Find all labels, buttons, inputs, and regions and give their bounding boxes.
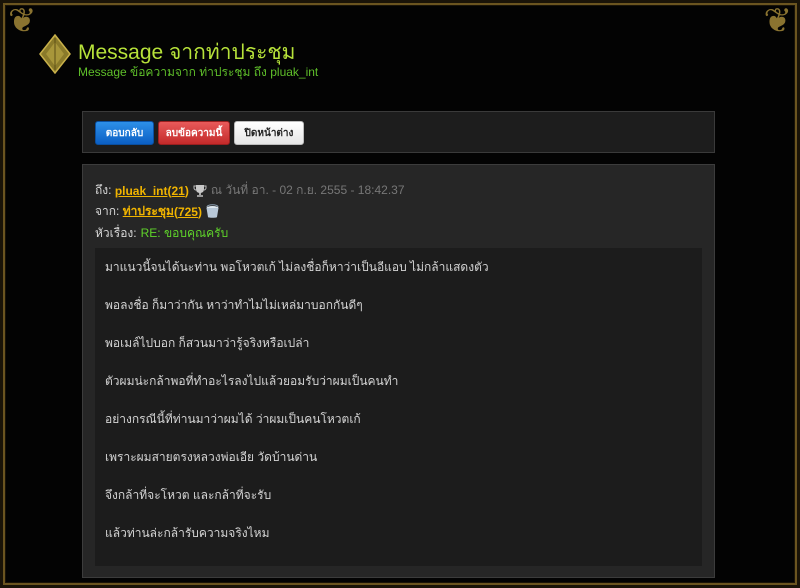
page-subtitle: Message ข้อความจาก ท่าประชุม ถึง pluak_i… — [78, 65, 319, 79]
trophy-icon — [193, 184, 207, 197]
sender-post-count[interactable]: 725 — [178, 205, 198, 219]
reply-button[interactable]: ตอบกลับ — [95, 121, 154, 145]
corner-ornament-icon: ❦ — [8, 1, 37, 41]
subject-value: RE: ขอบคุณครับ — [140, 226, 229, 240]
subject-label: หัวเรื่อง: — [95, 226, 137, 240]
corner-ornament-icon: ❦ — [763, 1, 793, 41]
sender-link[interactable]: ท่าประชุม — [123, 202, 174, 221]
to-label: ถึง: — [95, 183, 112, 197]
message-line: จึงกล้าที่จะโหวต และกล้าที่จะรับ — [105, 488, 272, 502]
message-line: พอเมล์ไปบอก ก็สวนมาว่ารู้จริงหรือเปล่า — [105, 336, 310, 350]
golden-leaf-emblem-icon — [39, 34, 71, 74]
message-line: พอลงชื่อ ก็มาว่ากัน หาว่าทำไมไม่เหล่มาบอ… — [105, 298, 363, 312]
sender-row: จาก: ท่าประชุม(725) — [95, 202, 220, 221]
bucket-icon — [206, 204, 219, 218]
message-line: เพราะผมสายตรงหลวงพ่อเอีย วัดบ้านด่าน — [105, 450, 318, 464]
close-window-button[interactable]: ปิดหน้าต่าง — [234, 121, 304, 145]
message-line: มาแนวนี้จนได้นะท่าน พอโหวตเก้ ไม่ลงชื่อก… — [105, 260, 489, 274]
recipient-row: ถึง: pluak_int(21) ณ วันที่ อา. - 02 ก.ย… — [95, 181, 405, 200]
message-date: ณ วันที่ อา. - 02 ก.ย. 2555 - 18:42.37 — [210, 183, 405, 197]
subject-row: หัวเรื่อง: RE: ขอบคุณครับ — [95, 224, 228, 243]
message-line: แล้วท่านล่ะกล้ารับความจริงไหม — [105, 526, 270, 540]
sender-count-close: ) — [197, 204, 202, 219]
from-label: จาก: — [95, 204, 120, 218]
message-line: ตัวผมน่ะกล้าพอที่ทำอะไรลงไปแล้วยอมรับว่า… — [105, 374, 399, 388]
recipient-count-close: ) — [184, 183, 189, 198]
message-line: อย่างกรณีนี้ที่ท่านมาว่าผมได้ ว่าผมเป็นค… — [105, 412, 361, 426]
recipient-link[interactable]: pluak_int — [115, 184, 168, 198]
message-toolbar: ตอบกลับ ลบข้อความนี้ ปิดหน้าต่าง — [82, 111, 715, 153]
delete-message-button[interactable]: ลบข้อความนี้ — [158, 121, 230, 145]
recipient-post-count[interactable]: 21 — [172, 184, 185, 198]
message-body: มาแนวนี้จนได้นะท่าน พอโหวตเก้ ไม่ลงชื่อก… — [95, 248, 702, 566]
message-panel: ถึง: pluak_int(21) ณ วันที่ อา. - 02 ก.ย… — [82, 164, 715, 578]
